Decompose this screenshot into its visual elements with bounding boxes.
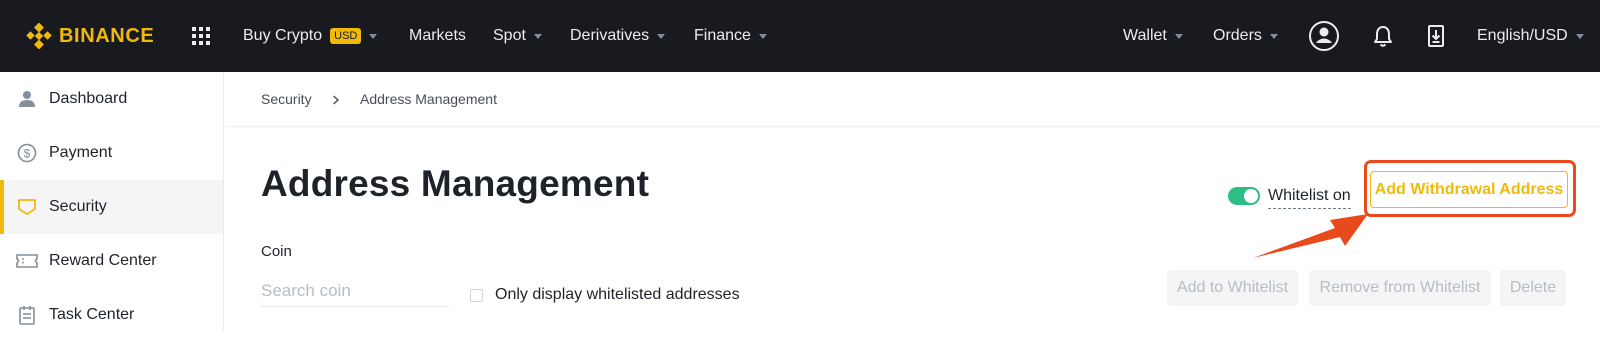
chevron-down-icon: [657, 33, 666, 39]
chevron-down-icon: [758, 33, 767, 39]
nav-markets-label: Markets: [409, 27, 466, 44]
chevron-down-icon: [533, 33, 542, 39]
brand-name: BINANCE: [59, 24, 155, 47]
nav-buy-crypto[interactable]: Buy Crypto USD: [243, 0, 378, 72]
nav-orders-label: Orders: [1213, 27, 1262, 44]
sidebar: Dashboard $ Payment Security Reward Cent…: [0, 72, 224, 331]
chevron-down-icon: [369, 33, 378, 39]
nav-buy-crypto-label: Buy Crypto: [243, 27, 323, 44]
sidebar-item-label: Security: [49, 198, 107, 215]
nav-spot-label: Spot: [493, 27, 526, 44]
bell-icon[interactable]: [1367, 20, 1399, 52]
sidebar-item-label: Dashboard: [49, 90, 128, 107]
nav-derivatives[interactable]: Derivatives: [570, 0, 666, 72]
nav-wallet[interactable]: Wallet: [1123, 0, 1183, 72]
binance-logo-icon: [26, 23, 52, 49]
nav-markets[interactable]: Markets: [409, 0, 466, 72]
chevron-down-icon: [1269, 33, 1278, 39]
page-title: Address Management: [261, 163, 650, 204]
user-icon[interactable]: [1308, 20, 1340, 52]
nav-orders[interactable]: Orders: [1213, 0, 1278, 72]
dollar-icon: $: [16, 143, 38, 163]
breadcrumb-current: Address Management: [360, 91, 497, 107]
remove-from-whitelist-button[interactable]: Remove from Whitelist: [1309, 270, 1491, 306]
sidebar-item-security[interactable]: Security: [0, 180, 223, 234]
whitelist-toggle[interactable]: [1228, 187, 1260, 205]
user-icon: [16, 89, 38, 109]
apps-grid-icon[interactable]: [192, 27, 210, 45]
currency-badge: USD: [330, 28, 362, 44]
ticket-icon: [16, 251, 38, 271]
nav-wallet-label: Wallet: [1123, 27, 1167, 44]
breadcrumb-parent[interactable]: Security: [261, 91, 312, 107]
sidebar-item-label: Payment: [49, 144, 113, 161]
download-icon[interactable]: [1420, 20, 1452, 52]
sidebar-item-reward-center[interactable]: Reward Center: [0, 234, 223, 288]
svg-text:$: $: [24, 147, 31, 161]
sidebar-item-label: Task Center: [49, 306, 135, 323]
language-currency-label: English/USD: [1477, 27, 1568, 44]
coin-label: Coin: [261, 243, 292, 260]
sidebar-item-payment[interactable]: $ Payment: [0, 126, 223, 180]
chevron-right-icon: [332, 92, 340, 105]
language-currency-selector[interactable]: English/USD: [1477, 0, 1584, 72]
sidebar-item-label: Reward Center: [49, 252, 157, 269]
clipboard-icon: [16, 305, 38, 325]
top-navigation-bar: BINANCE Buy Crypto USD Markets Spot Deri…: [0, 0, 1600, 72]
delete-button[interactable]: Delete: [1500, 270, 1566, 306]
add-withdrawal-address-button[interactable]: Add Withdrawal Address: [1370, 171, 1568, 208]
sidebar-item-dashboard[interactable]: Dashboard: [0, 72, 223, 126]
binance-logo[interactable]: BINANCE: [26, 22, 154, 50]
only-whitelisted-checkbox[interactable]: [470, 289, 483, 302]
shield-icon: [16, 197, 38, 217]
toggle-knob: [1244, 189, 1258, 203]
chevron-down-icon: [1575, 33, 1584, 39]
search-coin-input[interactable]: [261, 275, 449, 307]
annotation-arrow-icon: [1253, 214, 1368, 258]
add-to-whitelist-button[interactable]: Add to Whitelist: [1167, 270, 1298, 306]
nav-derivatives-label: Derivatives: [570, 27, 650, 44]
nav-finance-label: Finance: [694, 27, 751, 44]
sidebar-item-task-center[interactable]: Task Center: [0, 288, 223, 342]
only-whitelisted-label[interactable]: Only display whitelisted addresses: [495, 286, 740, 304]
chevron-down-icon: [1174, 33, 1183, 39]
nav-spot[interactable]: Spot: [493, 0, 542, 72]
nav-finance[interactable]: Finance: [694, 0, 767, 72]
